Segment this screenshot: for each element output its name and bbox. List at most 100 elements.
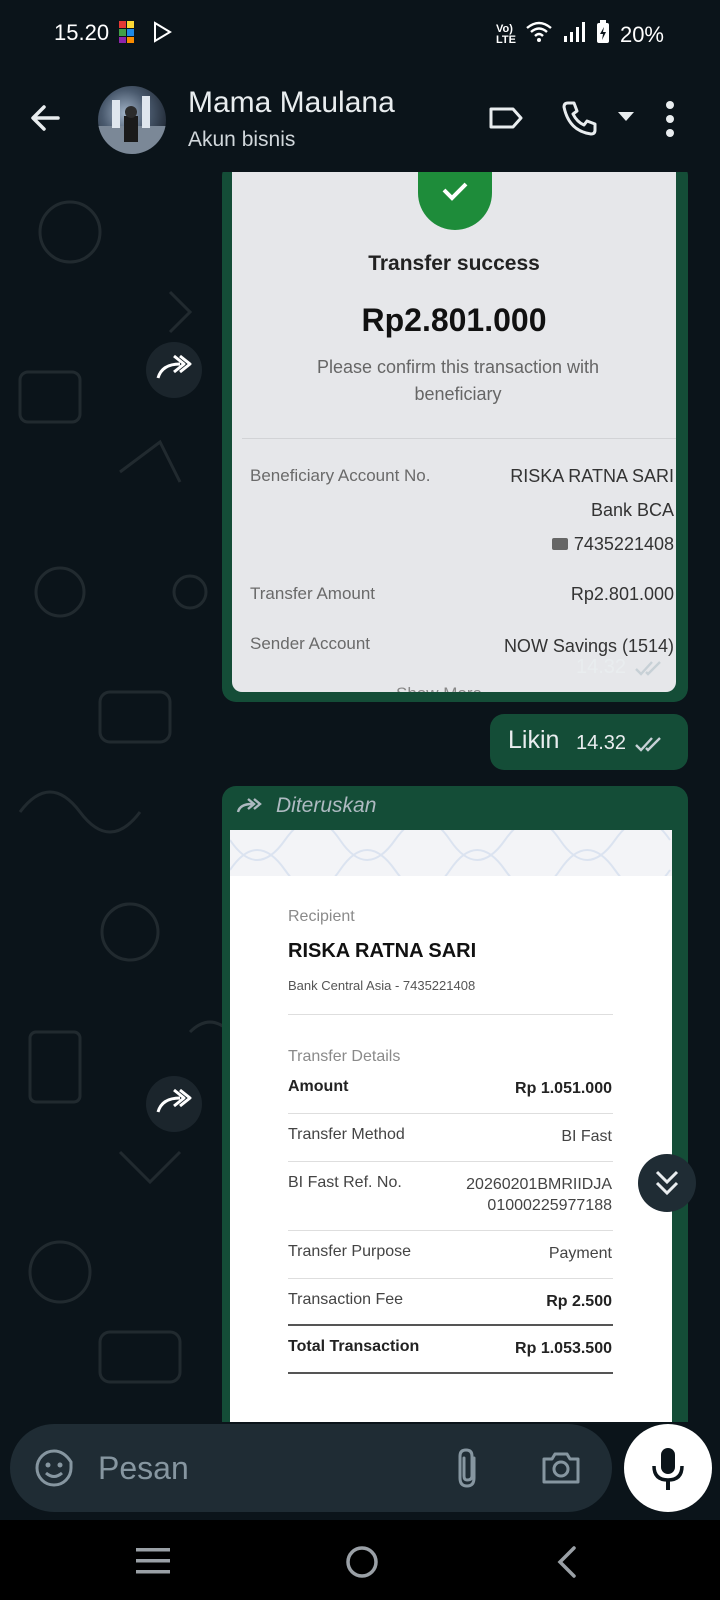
row-value: Payment bbox=[548, 1245, 612, 1262]
menu-lines-icon bbox=[136, 1548, 170, 1574]
forward-arrow-icon bbox=[156, 354, 192, 379]
row-value: 01000225977188 bbox=[487, 1197, 612, 1214]
status-bar: 15.20 Vo) LTE 20% bbox=[0, 0, 720, 68]
divider bbox=[288, 1161, 613, 1162]
receipt-header-pattern bbox=[230, 830, 672, 891]
message-input[interactable]: Pesan bbox=[98, 1450, 189, 1487]
show-more-link: Show More bbox=[396, 684, 482, 692]
account-number: 7435221408 bbox=[573, 534, 674, 554]
avatar[interactable] bbox=[98, 86, 166, 154]
row-label: BI Fast Ref. No. bbox=[288, 1174, 402, 1191]
forward-arrow-icon bbox=[156, 1088, 192, 1113]
transfer-receipt-image[interactable]: Recipient RISKA RATNA SARI Bank Central … bbox=[230, 830, 672, 1422]
message-time: 14.32 bbox=[576, 656, 627, 678]
nav-back-button[interactable] bbox=[552, 1542, 582, 1587]
row-label: Transfer Amount bbox=[250, 584, 376, 603]
forwarded-image-bubble[interactable]: Diteruskan Recipient RISKA RATNA SARI Ba… bbox=[222, 786, 688, 1422]
divider bbox=[288, 1014, 613, 1015]
sticker-icon bbox=[35, 1449, 73, 1487]
recipient-label: Recipient bbox=[288, 908, 355, 925]
volte-icon: Vo) LTE bbox=[495, 23, 516, 46]
forwarded-label: Diteruskan bbox=[276, 794, 377, 817]
forward-button[interactable] bbox=[146, 342, 202, 398]
row-value: Bank BCA bbox=[590, 500, 674, 520]
camera-icon bbox=[542, 1452, 580, 1484]
row-label: Amount bbox=[288, 1078, 349, 1095]
sticker-button[interactable] bbox=[34, 1448, 74, 1493]
battery-icon bbox=[596, 20, 610, 50]
contact-name[interactable]: Mama Maulana bbox=[188, 86, 395, 120]
chevron-left-icon bbox=[557, 1546, 576, 1578]
double-chevron-down-icon bbox=[655, 1170, 679, 1196]
camera-button[interactable] bbox=[540, 1448, 582, 1493]
paperclip-icon bbox=[458, 1448, 476, 1488]
row-value: NOW Savings (1514) bbox=[503, 636, 674, 656]
divider bbox=[288, 1278, 613, 1279]
transfer-title: Transfer success bbox=[368, 252, 540, 275]
chat-area[interactable]: Transfer success Rp2.801.000 Please conf… bbox=[0, 172, 720, 1422]
divider bbox=[288, 1230, 613, 1231]
row-value: Rp 1.053.500 bbox=[515, 1340, 612, 1357]
message-input-bar[interactable]: Pesan bbox=[10, 1424, 612, 1512]
play-store-icon bbox=[150, 20, 174, 49]
row-label: Transfer Purpose bbox=[288, 1243, 412, 1260]
home-button[interactable] bbox=[342, 1542, 382, 1587]
divider bbox=[288, 1372, 613, 1374]
row-value: Rp 2.500 bbox=[546, 1293, 612, 1310]
success-check-icon bbox=[418, 172, 492, 230]
phone-icon bbox=[562, 101, 597, 136]
recipient-name: RISKA RATNA SARI bbox=[288, 940, 477, 962]
row-label: Sender Account bbox=[250, 634, 371, 653]
chat-header: Mama Maulana Akun bisnis bbox=[0, 68, 720, 172]
app-grid-icon bbox=[118, 20, 142, 49]
divider bbox=[288, 1113, 613, 1114]
wifi-icon bbox=[526, 21, 552, 49]
row-value: RISKA RATNA SARI bbox=[510, 466, 674, 486]
forwarded-header: Diteruskan bbox=[236, 794, 376, 818]
transfer-success-image[interactable]: Transfer success Rp2.801.000 Please conf… bbox=[232, 172, 676, 692]
text-message-bubble[interactable]: Likin 14.32 bbox=[490, 714, 688, 770]
scroll-to-bottom-button[interactable] bbox=[638, 1154, 696, 1212]
row-label: Transaction Fee bbox=[288, 1291, 404, 1308]
call-button[interactable] bbox=[560, 98, 600, 143]
row-value: Rp 1.051.000 bbox=[515, 1080, 612, 1097]
message-time: 14.32 bbox=[576, 732, 627, 754]
caret-down-icon bbox=[618, 112, 634, 121]
system-nav-bar bbox=[0, 1520, 720, 1600]
label-tag-icon bbox=[489, 107, 523, 129]
row-label: Total Transaction bbox=[288, 1338, 420, 1355]
row-value: 7435221408 bbox=[551, 534, 674, 555]
battery-percent: 20% bbox=[619, 22, 664, 47]
confirm-text: Please confirm this transaction with ben… bbox=[316, 357, 600, 404]
image-message-bubble[interactable]: Transfer success Rp2.801.000 Please conf… bbox=[222, 172, 688, 702]
details-label: Transfer Details bbox=[288, 1048, 401, 1065]
message-meta: 14.32 bbox=[576, 732, 664, 755]
recipient-bank: Bank Central Asia - 7435221408 bbox=[288, 978, 476, 993]
row-value: 20260201BMRIIDJA bbox=[466, 1176, 612, 1193]
row-label: Transfer Method bbox=[288, 1126, 405, 1143]
voice-record-button[interactable] bbox=[624, 1424, 712, 1512]
status-time: 15.20 bbox=[54, 20, 110, 45]
home-circle-icon bbox=[346, 1546, 378, 1578]
message-text: Likin bbox=[508, 726, 560, 754]
microphone-icon bbox=[652, 1448, 684, 1490]
call-dropdown-button[interactable] bbox=[616, 110, 636, 129]
divider bbox=[242, 438, 676, 439]
back-button[interactable] bbox=[26, 98, 66, 138]
forward-button[interactable] bbox=[146, 1076, 202, 1132]
double-check-icon bbox=[635, 660, 661, 676]
signal-icon bbox=[562, 21, 586, 49]
transfer-amount: Rp2.801.000 bbox=[361, 302, 547, 338]
more-options-button[interactable] bbox=[664, 100, 676, 145]
recent-apps-button[interactable] bbox=[134, 1544, 174, 1583]
divider bbox=[288, 1324, 613, 1326]
more-vertical-icon bbox=[666, 101, 674, 137]
forwarded-arrow-icon bbox=[236, 798, 262, 813]
row-value: BI Fast bbox=[561, 1128, 612, 1145]
label-button[interactable] bbox=[486, 98, 526, 143]
double-check-icon bbox=[635, 736, 661, 752]
attach-button[interactable] bbox=[450, 1446, 486, 1495]
card-icon bbox=[551, 538, 568, 550]
row-value: Rp2.801.000 bbox=[570, 584, 674, 604]
contact-subtitle[interactable]: Akun bisnis bbox=[188, 128, 295, 152]
